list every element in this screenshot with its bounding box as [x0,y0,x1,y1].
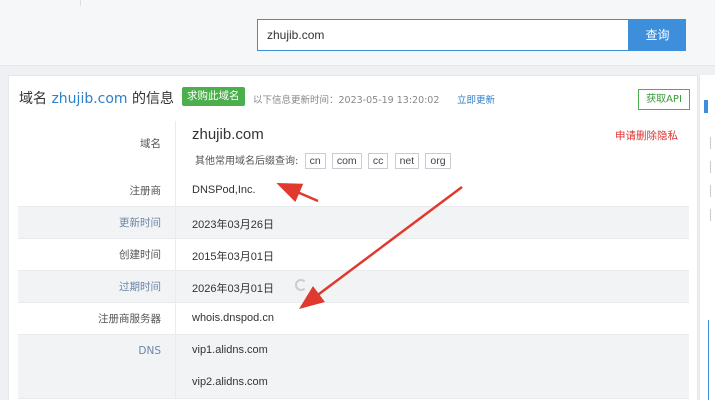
top-bar: zhujib.com 查询 [0,0,715,66]
suffix-query: 其他常用域名后缀查询: cn com cc net org [195,152,451,169]
suffix-cn[interactable]: cn [304,153,326,169]
whois-table: 域名 zhujib.com 其他常用域名后缀查询: cn com cc net … [18,121,689,399]
row-label: DNS [18,335,176,398]
update-time-text: 以下信息更新时间：2023-05-19 13:20:02 [253,95,440,106]
suffix-net[interactable]: net [394,153,420,169]
row-label: 注册商 [18,175,176,206]
page-title: 域名 zhujib.com 的信息 [19,88,174,108]
dns-value-2: vip2.alidns.com [192,376,268,388]
table-row-expires: 过期时间 2026年03月01日 [18,271,689,303]
title-suffix: 的信息 [132,91,175,107]
refresh-icon[interactable] [295,279,307,291]
suffix-org[interactable]: org [425,153,451,169]
whois-panel: 域名 zhujib.com 的信息 求购此域名 以下信息更新时间：2023-05… [8,75,698,400]
sidebar-mark [710,161,715,173]
row-label: 创建时间 [18,239,176,270]
buy-domain-button[interactable]: 求购此域名 [182,87,245,106]
expires-value: 2026年03月01日 [192,283,274,295]
sidebar-mark [710,209,715,221]
suffix-cc[interactable]: cc [367,153,389,169]
table-row-whois-server: 注册商服务器 whois.dnspod.cn [18,303,689,335]
right-sidebar-edge [699,75,715,400]
whois-server-value: whois.dnspod.cn [192,312,274,324]
get-api-button[interactable]: 获取API [638,89,690,110]
tab-divider [8,0,81,6]
created-value: 2015年03月01日 [192,251,274,263]
table-row-updated: 更新时间 2023年03月26日 [18,207,689,239]
table-row-dns: DNS vip1.alidns.com vip2.alidns.com [18,335,689,399]
suffix-label: 其他常用域名后缀查询: [195,156,299,167]
title-domain: zhujib.com [51,91,128,107]
sidebar-blue-edge [708,320,715,400]
sidebar-accent [704,100,708,113]
search-input[interactable]: zhujib.com [257,19,629,51]
sidebar-mark [710,185,715,197]
table-row-created: 创建时间 2015年03月01日 [18,239,689,271]
search-button[interactable]: 查询 [629,19,686,51]
title-prefix: 域名 [19,91,47,107]
domain-value: zhujib.com [192,126,264,143]
row-label: 更新时间 [18,207,176,238]
updated-value: 2023年03月26日 [192,219,274,231]
table-row-registrar: 注册商 DNSPod,Inc. [18,175,689,207]
update-now-link[interactable]: 立即更新 [457,92,495,106]
row-label: 注册商服务器 [18,303,176,334]
registrar-value: DNSPod,Inc. [192,184,256,196]
dns-value-1: vip1.alidns.com [192,344,268,356]
suffix-com[interactable]: com [331,153,362,169]
delete-privacy-link[interactable]: 申请删除隐私 [615,128,678,143]
sidebar-mark [710,137,715,149]
row-label: 过期时间 [18,271,176,302]
